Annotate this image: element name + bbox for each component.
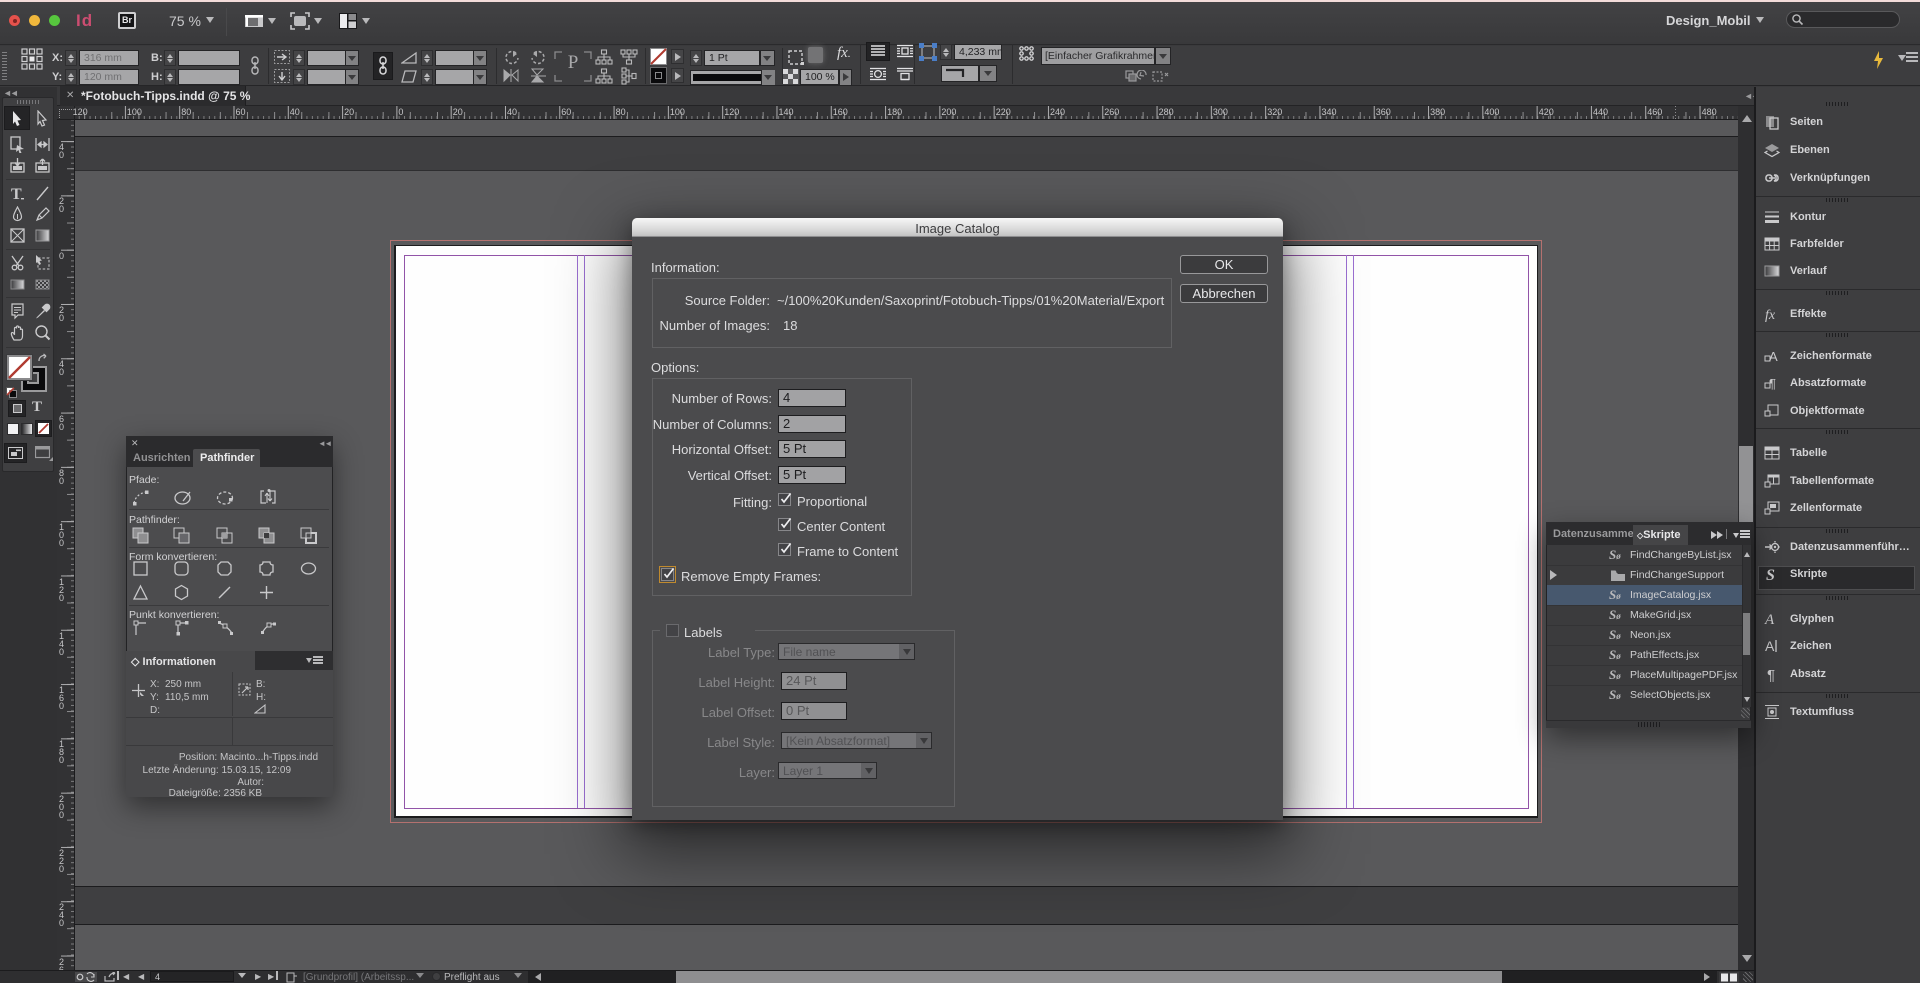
svg-text:fx: fx	[1765, 308, 1776, 322]
svg-text:S: S	[1766, 567, 1775, 582]
svg-text:T: T	[11, 186, 22, 202]
svg-text:A: A	[1765, 638, 1775, 654]
svg-text:A: A	[1764, 612, 1775, 627]
svg-text:¶: ¶	[1767, 667, 1775, 682]
